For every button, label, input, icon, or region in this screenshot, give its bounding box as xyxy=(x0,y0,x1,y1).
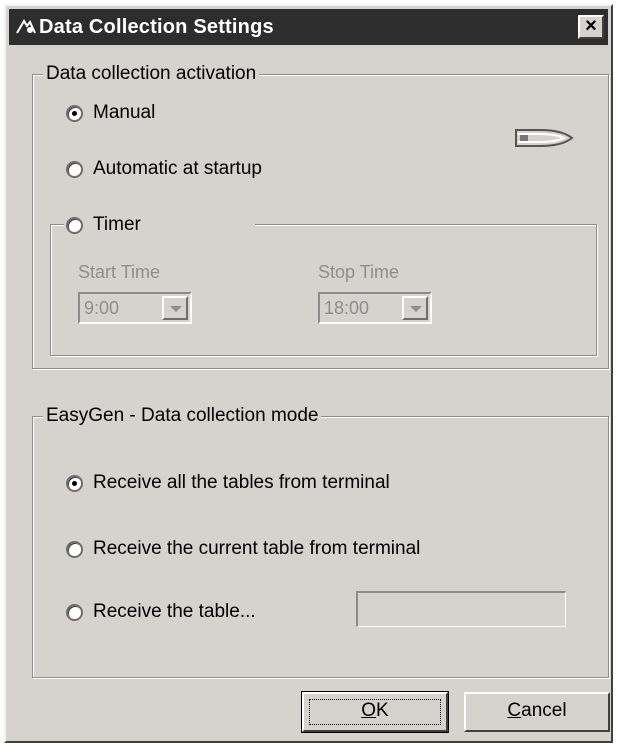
radio-automatic-startup-button[interactable] xyxy=(66,160,83,178)
radio-manual-label: Manual xyxy=(93,102,156,123)
dialog-window: Data Collection Settings × Data collecti… xyxy=(4,4,613,743)
radio-automatic-startup-label: Automatic at startup xyxy=(93,158,262,179)
stop-time-value: 18:00 xyxy=(324,298,370,318)
close-icon: × xyxy=(585,15,597,37)
cancel-button[interactable]: Cancel xyxy=(464,692,610,732)
radio-automatic-startup[interactable]: Automatic at startup xyxy=(66,158,262,180)
close-button[interactable]: × xyxy=(578,15,604,39)
radio-receive-current-table[interactable]: Receive the current table from terminal xyxy=(66,538,420,560)
table-name-field[interactable] xyxy=(356,591,566,627)
radio-receive-current-table-button[interactable] xyxy=(66,540,83,558)
radio-timer-label: Timer xyxy=(93,214,141,235)
radio-manual-button[interactable] xyxy=(66,104,83,122)
window-title: Data Collection Settings xyxy=(39,16,274,38)
chevron-down-icon[interactable] xyxy=(402,296,428,320)
radio-receive-all-tables-button[interactable] xyxy=(66,474,83,492)
chevron-down-icon[interactable] xyxy=(162,296,188,320)
app-icon xyxy=(16,19,36,34)
timer-group xyxy=(50,224,597,356)
radio-receive-the-table-label: Receive the table... xyxy=(93,601,256,622)
radio-receive-all-tables[interactable]: Receive all the tables from terminal xyxy=(66,472,390,494)
start-time-value: 9:00 xyxy=(84,298,120,318)
radio-receive-current-table-label: Receive the current table from terminal xyxy=(93,538,421,559)
radio-timer[interactable]: Timer xyxy=(64,214,255,236)
stop-time-select[interactable]: 18:00 xyxy=(318,292,432,324)
activation-group-legend: Data collection activation xyxy=(43,63,260,85)
radio-receive-the-table[interactable]: Receive the table... xyxy=(66,601,256,623)
ok-button[interactable]: OK xyxy=(301,691,449,733)
start-time-label: Start Time xyxy=(78,262,161,282)
radio-receive-all-tables-label: Receive all the tables from terminal xyxy=(93,472,390,493)
start-time-select[interactable]: 9:00 xyxy=(78,292,192,324)
plug-icon xyxy=(515,129,574,147)
radio-manual[interactable]: Manual xyxy=(66,102,155,124)
stop-time-label: Stop Time xyxy=(318,262,400,282)
cancel-button-label: Cancel xyxy=(507,700,567,721)
focus-rectangle xyxy=(309,699,441,725)
radio-timer-button[interactable] xyxy=(66,216,83,234)
mode-group-legend: EasyGen - Data collection mode xyxy=(43,405,322,427)
title-bar[interactable]: Data Collection Settings × xyxy=(9,9,608,45)
radio-receive-the-table-button[interactable] xyxy=(66,603,83,621)
